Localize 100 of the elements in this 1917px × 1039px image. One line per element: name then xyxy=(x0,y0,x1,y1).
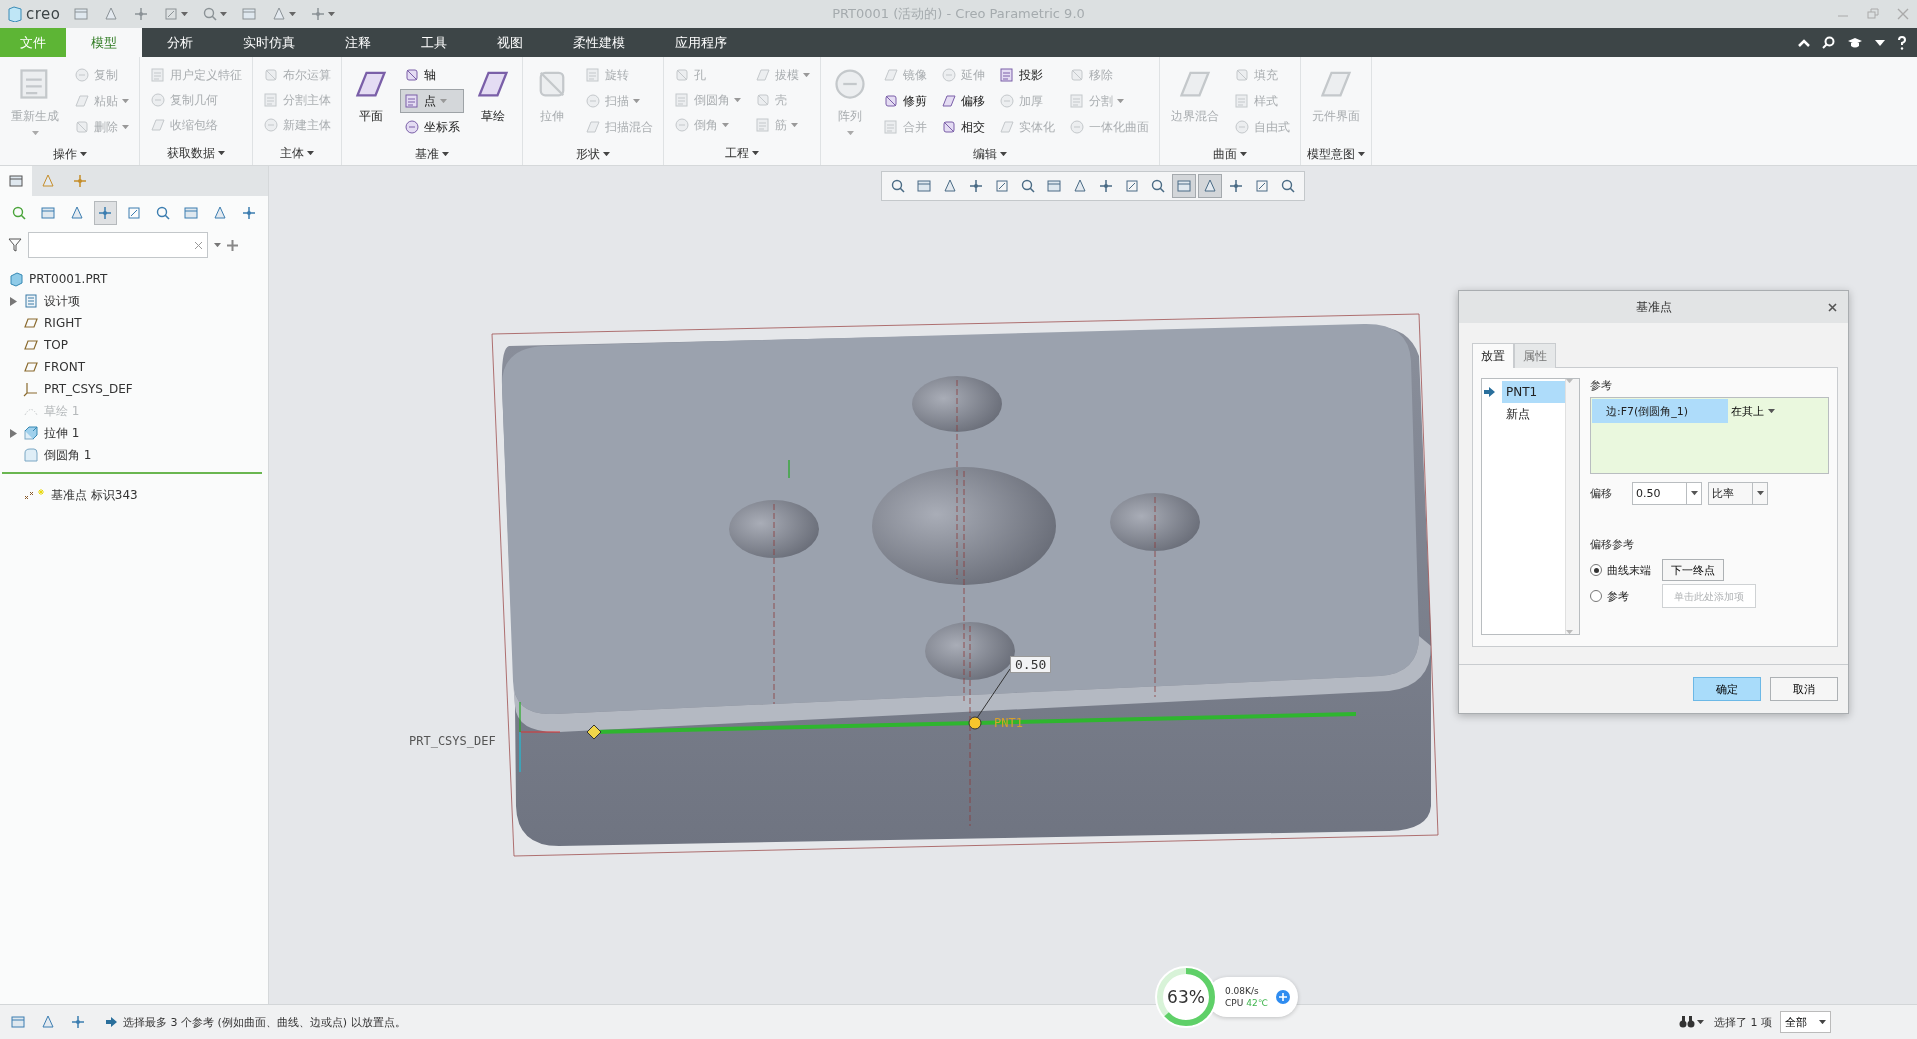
feature-icon xyxy=(404,119,420,135)
ribbon-button[interactable]: 偏移 xyxy=(937,89,989,113)
caret-icon xyxy=(1756,491,1764,496)
graduation-cap-icon[interactable] xyxy=(1847,36,1863,49)
tree-item[interactable]: 基准点 标识343 xyxy=(51,486,138,504)
group-label: 基准 xyxy=(415,145,439,163)
menu-tab[interactable]: 视图 xyxy=(472,28,548,57)
dialog-title: 基准点 xyxy=(1635,298,1672,316)
filter-icon[interactable] xyxy=(8,238,22,252)
quick-access-icon xyxy=(201,6,218,22)
tree-item[interactable]: RIGHT xyxy=(44,316,82,330)
menu-tab[interactable]: 分析 xyxy=(142,28,218,57)
menu-tab[interactable]: 柔性建模 xyxy=(548,28,650,57)
feature-icon xyxy=(1069,119,1085,135)
offset-value-field[interactable]: 0.50 xyxy=(1632,482,1702,505)
caret-icon xyxy=(1697,1019,1704,1025)
view-tool-button[interactable] xyxy=(1198,174,1222,198)
tree-tool-icon xyxy=(126,205,142,221)
selection-filter-dropdown[interactable]: 全部 xyxy=(1780,1011,1831,1033)
panel-tab[interactable] xyxy=(0,166,32,196)
dialog-tab[interactable]: 属性 xyxy=(1514,343,1556,368)
ribbon-button[interactable]: 平面 xyxy=(348,63,394,139)
datum-point-icon xyxy=(24,488,46,502)
tree-item[interactable]: PRT_CSYS_DEF xyxy=(44,382,133,396)
caret-icon xyxy=(1000,151,1007,157)
view-tool-icon xyxy=(1072,178,1088,194)
feature-icon xyxy=(1069,93,1085,109)
ribbon-button[interactable]: 草绘 xyxy=(470,63,516,139)
caret-icon xyxy=(219,11,227,17)
menu-tab[interactable]: 工具 xyxy=(396,28,472,57)
cpu-temperature: 42℃ xyxy=(1246,998,1268,1008)
offset-type-dropdown[interactable]: 比率 xyxy=(1708,482,1768,505)
caret-icon xyxy=(1117,98,1124,104)
plane-icon xyxy=(23,337,39,353)
ribbon-button[interactable]: 点 xyxy=(400,89,464,113)
app-logo: creo xyxy=(26,5,61,23)
expand-arrow-icon[interactable] xyxy=(9,296,17,306)
ribbon-button[interactable]: 投影 xyxy=(995,63,1059,87)
feature-icon xyxy=(585,67,601,83)
feature-icon xyxy=(755,67,771,83)
reference-field[interactable]: 单击此处添加项 xyxy=(1662,584,1756,608)
tree-tool-icon xyxy=(183,205,200,221)
panel-tab-icon xyxy=(40,173,56,189)
view-tool-button[interactable] xyxy=(1172,174,1196,198)
cpu-label: CPU xyxy=(1225,998,1244,1008)
quick-access-icon xyxy=(132,6,149,22)
view-tool-icon xyxy=(942,178,958,194)
feature-icon xyxy=(755,117,771,133)
add-icon[interactable] xyxy=(1275,990,1290,1004)
search-field[interactable] xyxy=(28,232,208,258)
tree-tool-button[interactable] xyxy=(94,201,117,225)
scrollbar[interactable] xyxy=(1565,379,1579,634)
ribbon-button[interactable]: 坐标系 xyxy=(400,115,464,139)
view-tool-icon xyxy=(1176,178,1192,194)
feature-icon xyxy=(883,67,899,83)
feature-icon xyxy=(74,119,90,135)
add-icon[interactable] xyxy=(227,239,238,251)
point-list-item[interactable]: 新点 xyxy=(1502,403,1565,425)
menu-tab[interactable]: 注释 xyxy=(320,28,396,57)
collapse-ribbon-icon[interactable] xyxy=(1798,38,1810,47)
tree-item[interactable]: TOP xyxy=(44,338,68,352)
ribbon-button[interactable]: 相交 xyxy=(937,115,989,139)
plane-icon xyxy=(23,359,39,375)
tree-item[interactable]: PRT0001.PRT xyxy=(29,272,108,286)
feature-icon xyxy=(883,119,899,135)
ribbon-button[interactable]: 修剪 xyxy=(879,89,931,113)
search-icon[interactable] xyxy=(1822,36,1835,49)
menu-tab[interactable]: 实时仿真 xyxy=(218,28,320,57)
tree-item[interactable]: 拉伸 1 xyxy=(44,424,80,442)
ok-button[interactable]: 确定 xyxy=(1693,677,1761,701)
menu-tab[interactable]: 应用程序 xyxy=(650,28,752,57)
quick-access-icon xyxy=(240,6,257,22)
tree-item[interactable]: 倒圆角 1 xyxy=(44,446,92,464)
view-tool-icon xyxy=(1150,178,1166,194)
feature-icon xyxy=(1234,67,1250,83)
status-message: 选择最多 3 个参考 (例如曲面、曲线、边或点) 以放置点。 xyxy=(123,1014,406,1030)
help-icon[interactable] xyxy=(1897,35,1907,50)
expand-arrow-icon[interactable] xyxy=(9,428,17,438)
dimension-tag[interactable]: 0.50 xyxy=(1010,656,1052,673)
menu-tab[interactable]: 模型 xyxy=(66,28,142,57)
feature-icon xyxy=(263,67,279,83)
ribbon-button[interactable]: 轴 xyxy=(400,63,464,87)
radio-option[interactable]: 参考 xyxy=(1590,588,1658,604)
cancel-button[interactable]: 取消 xyxy=(1770,677,1838,701)
dialog-tab[interactable]: 放置 xyxy=(1472,343,1514,368)
radio-option[interactable]: 曲线末端 xyxy=(1590,562,1658,578)
tree-item[interactable]: FRONT xyxy=(44,360,85,374)
constraint-dropdown[interactable]: 在其上 xyxy=(1728,399,1778,423)
selection-count: 选择了 1 项 xyxy=(1714,1014,1772,1030)
tree-tool-icon xyxy=(11,205,28,221)
tree-item[interactable]: 设计项 xyxy=(44,292,80,310)
reference-item[interactable]: 边:F7(倒圆角_1) xyxy=(1592,399,1728,423)
close-icon[interactable] xyxy=(1897,8,1909,20)
next-endpoint-button[interactable]: 下一终点 xyxy=(1662,559,1724,581)
caret-icon xyxy=(1240,151,1247,157)
clear-icon[interactable] xyxy=(194,240,203,250)
group-label: 曲面 xyxy=(1213,145,1237,163)
caret-icon xyxy=(752,150,759,156)
panel-tab-icon xyxy=(72,173,88,189)
caret-icon xyxy=(440,98,447,104)
